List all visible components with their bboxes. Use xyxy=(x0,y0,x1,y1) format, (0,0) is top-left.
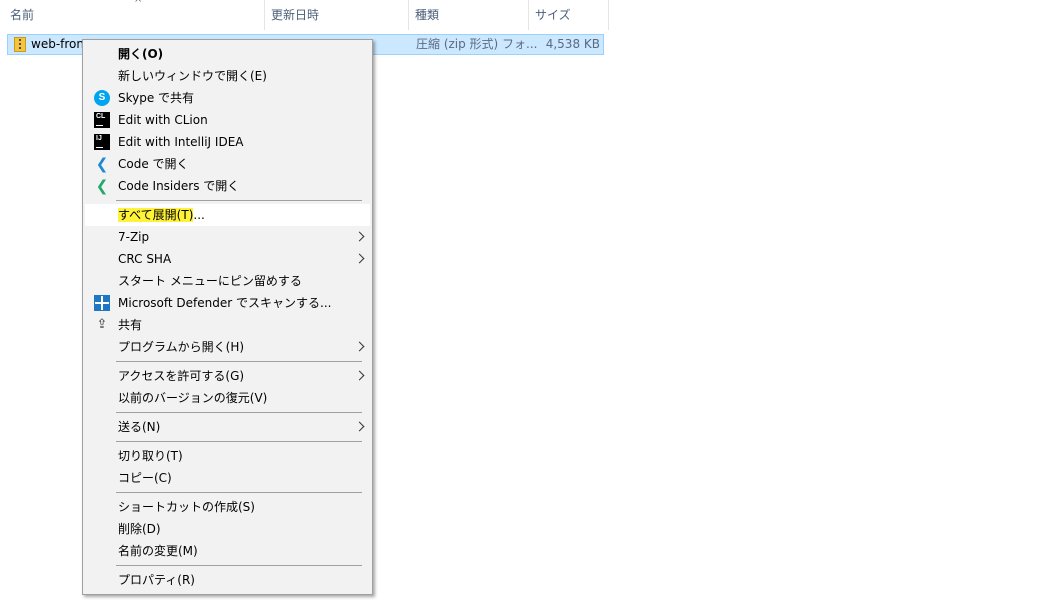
menu-item-defender-scan[interactable]: Microsoft Defender でスキャンする... xyxy=(85,292,370,314)
column-name-label: 名前 xyxy=(10,8,35,22)
column-size[interactable]: サイズ xyxy=(529,0,609,30)
menu-item-label: コピー(C) xyxy=(118,471,172,485)
menu-item-7zip[interactable]: 7-Zip xyxy=(85,226,370,248)
menu-item-restore-versions[interactable]: 以前のバージョンの復元(V) xyxy=(85,387,370,409)
file-name: web-front xyxy=(31,37,89,51)
skype-icon: S xyxy=(94,90,110,106)
chevron-right-icon xyxy=(354,421,365,432)
menu-separator xyxy=(116,361,362,362)
menu-separator xyxy=(116,492,362,493)
menu-item-label: Edit with CLion xyxy=(118,113,208,127)
defender-icon xyxy=(94,295,110,311)
menu-item-label: スタート メニューにピン留めする xyxy=(118,274,302,288)
share-icon: ⇪ xyxy=(96,317,108,332)
menu-separator xyxy=(116,412,362,413)
menu-item-label: 削除(D) xyxy=(118,522,161,536)
menu-item-cut[interactable]: 切り取り(T) xyxy=(85,445,370,467)
menu-item-copy[interactable]: コピー(C) xyxy=(85,467,370,489)
column-name[interactable]: 名前 ^ xyxy=(4,0,265,30)
menu-item-send-to[interactable]: 送る(N) xyxy=(85,416,370,438)
column-header: 名前 ^ 更新日時 種類 サイズ xyxy=(0,0,609,30)
menu-item-label: 以前のバージョンの復元(V) xyxy=(118,391,268,405)
menu-separator xyxy=(116,565,362,566)
column-size-label: サイズ xyxy=(535,8,571,22)
extract-all-ellipsis: ... xyxy=(193,208,205,222)
menu-item-label: プロパティ(R) xyxy=(118,573,195,587)
file-type: 圧縮 (zip 形式) フォ... xyxy=(416,37,538,51)
menu-item-extract-all[interactable]: すべて展開(T)... xyxy=(85,204,370,226)
menu-item-label: 切り取り(T) xyxy=(118,449,183,463)
menu-item-delete[interactable]: 削除(D) xyxy=(85,518,370,540)
menu-item-label: Skype で共有 xyxy=(118,91,195,105)
menu-item-label: Code Insiders で開く xyxy=(118,179,240,193)
menu-item-label: CRC SHA xyxy=(118,252,172,266)
menu-item-label: 共有 xyxy=(118,318,143,332)
clion-icon: CL xyxy=(94,112,110,128)
menu-item-open-code-insiders[interactable]: ❮ Code Insiders で開く xyxy=(85,175,370,197)
vscode-icon: ❮ xyxy=(95,155,109,173)
column-type[interactable]: 種類 xyxy=(409,0,529,30)
menu-item-give-access[interactable]: アクセスを許可する(G) xyxy=(85,365,370,387)
context-menu: 開く(O) 新しいウィンドウで開く(E) S Skype で共有 CL Edit… xyxy=(82,39,373,595)
extract-all-highlight: すべて展開(T) xyxy=(118,208,194,222)
menu-separator xyxy=(116,441,362,442)
intellij-icon: IJ xyxy=(94,134,110,150)
menu-item-rename[interactable]: 名前の変更(M) xyxy=(85,540,370,562)
column-type-label: 種類 xyxy=(415,8,440,22)
menu-item-pin-start[interactable]: スタート メニューにピン留めする xyxy=(85,270,370,292)
menu-item-label: すべて展開(T)... xyxy=(118,204,205,226)
menu-item-create-shortcut[interactable]: ショートカットの作成(S) xyxy=(85,496,370,518)
chevron-right-icon xyxy=(354,370,365,381)
menu-item-edit-intellij[interactable]: IJ Edit with IntelliJ IDEA xyxy=(85,131,370,153)
menu-item-share[interactable]: ⇪ 共有 xyxy=(85,314,370,336)
menu-item-label: 新しいウィンドウで開く(E) xyxy=(118,69,267,83)
zip-folder-icon xyxy=(14,37,26,52)
menu-item-label: Code で開く xyxy=(118,157,189,171)
column-date[interactable]: 更新日時 xyxy=(265,0,409,30)
menu-item-label: 送る(N) xyxy=(118,420,161,434)
menu-item-edit-clion[interactable]: CL Edit with CLion xyxy=(85,109,370,131)
menu-item-open-new-window[interactable]: 新しいウィンドウで開く(E) xyxy=(85,65,370,87)
menu-item-open[interactable]: 開く(O) xyxy=(85,43,370,65)
chevron-up-icon: ^ xyxy=(134,0,143,9)
menu-item-open-with[interactable]: プログラムから開く(H) xyxy=(85,336,370,358)
menu-item-label: アクセスを許可する(G) xyxy=(118,369,245,383)
file-size: 4,538 KB xyxy=(545,37,600,51)
menu-item-label: Edit with IntelliJ IDEA xyxy=(118,135,244,149)
menu-item-properties[interactable]: プロパティ(R) xyxy=(85,569,370,591)
chevron-right-icon xyxy=(354,231,365,242)
menu-separator xyxy=(116,200,362,201)
menu-item-label: 7-Zip xyxy=(118,230,150,244)
menu-item-skype-share[interactable]: S Skype で共有 xyxy=(85,87,370,109)
column-date-label: 更新日時 xyxy=(271,8,320,22)
menu-item-label: Microsoft Defender でスキャンする... xyxy=(118,296,332,310)
menu-item-crc-sha[interactable]: CRC SHA xyxy=(85,248,370,270)
menu-item-label: ショートカットの作成(S) xyxy=(118,500,255,514)
menu-item-open-code[interactable]: ❮ Code で開く xyxy=(85,153,370,175)
menu-item-label: 名前の変更(M) xyxy=(118,544,198,558)
vscode-insiders-icon: ❮ xyxy=(95,177,109,195)
chevron-right-icon xyxy=(354,253,365,264)
chevron-right-icon xyxy=(354,341,365,352)
menu-item-label: 開く(O) xyxy=(118,47,164,61)
menu-item-label: プログラムから開く(H) xyxy=(118,340,245,354)
